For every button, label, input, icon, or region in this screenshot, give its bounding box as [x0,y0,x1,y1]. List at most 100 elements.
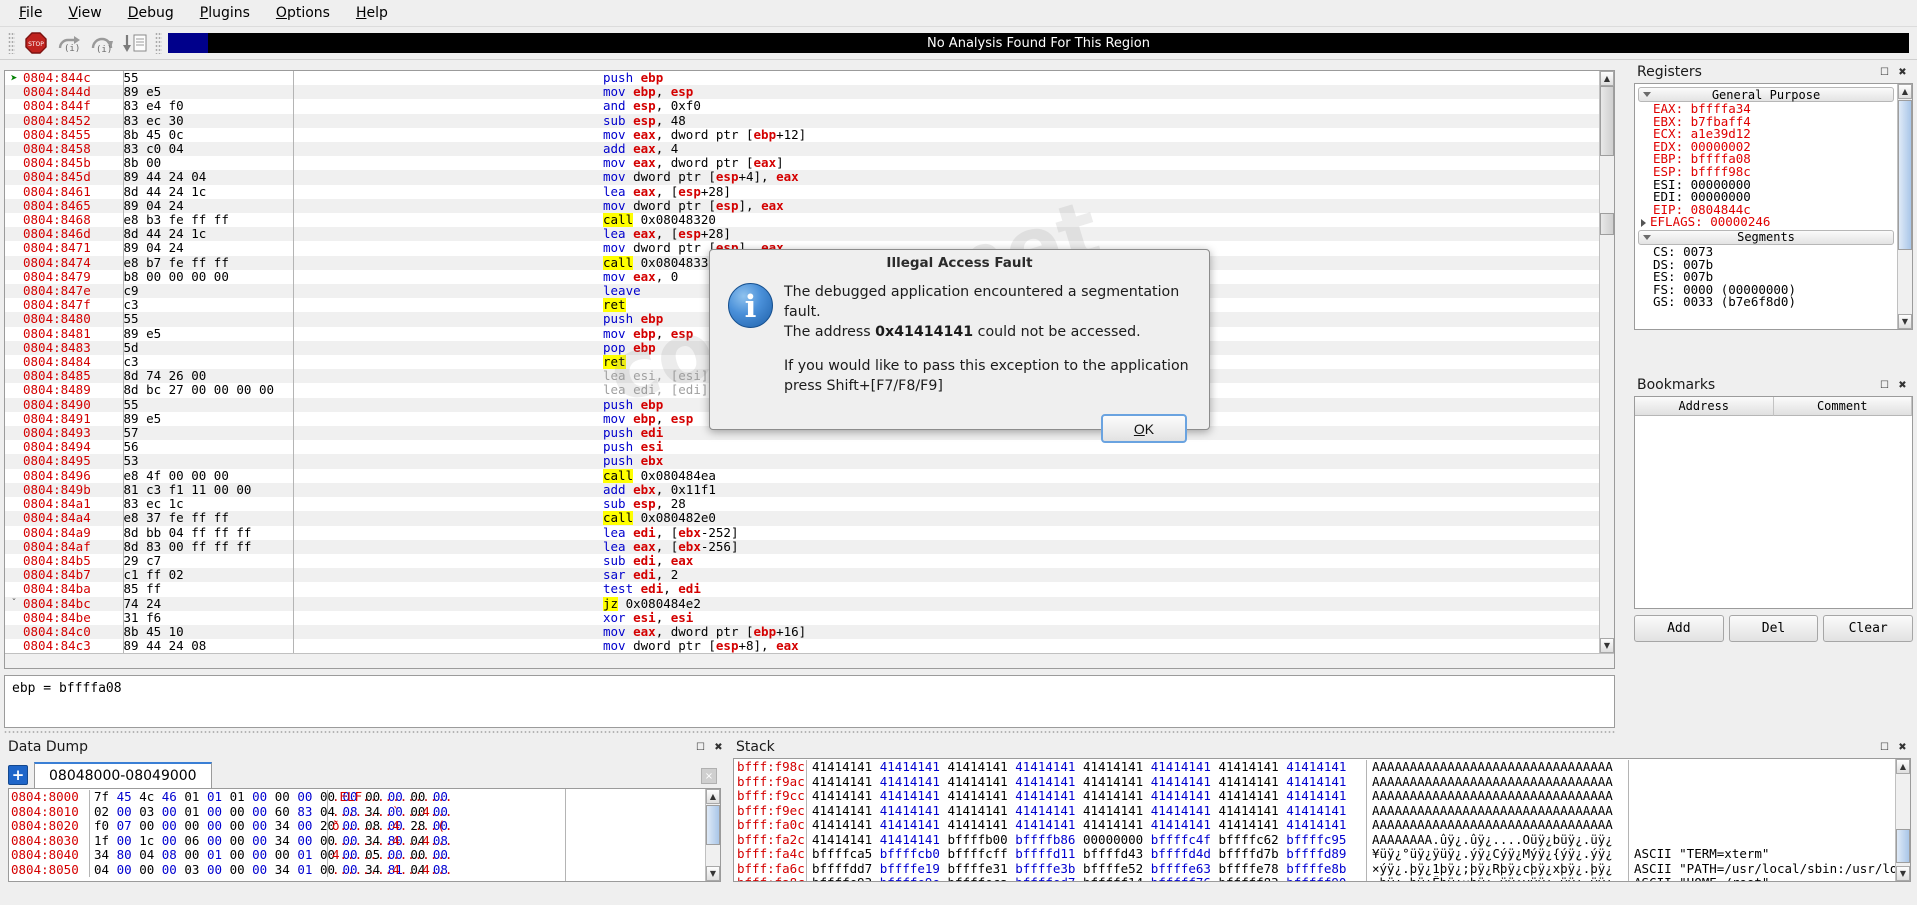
disassembly-row[interactable]: 0804:844f 83 e4 f0 and esp, 0xf0 [5,99,1599,114]
toolbar-grip[interactable] [8,32,15,54]
data-dump-scroll-down-icon[interactable]: ▼ [706,866,720,881]
stack-hex-list[interactable]: bfff:f98c 41414141 41414141 41414141 4141… [734,759,1895,881]
menu-item-file[interactable]: File [6,2,55,24]
close-dump-tab-icon[interactable]: × [701,768,717,784]
stack-row[interactable]: bfff:fa6c bffffdd7 bffffe19 bffffe31 bfff… [734,861,1895,876]
disassembly-row[interactable]: 0804:8458 83 c0 04 add eax, 4 [5,142,1599,157]
stack-scroll-down-icon[interactable]: ▼ [1896,866,1910,881]
stack-scrollbar-thumb[interactable] [1896,829,1910,863]
disassembly-row[interactable]: 0804:8461 8d 44 24 1c lea eax, [esp+28] [5,184,1599,199]
disassembly-row[interactable]: 0804:8452 83 ec 30 sub esp, 48 [5,113,1599,128]
stack-scroll-up-icon[interactable]: ▲ [1896,759,1910,774]
stack-row[interactable]: bfff:fa0c 41414141 41414141 41414141 4141… [734,817,1895,833]
stack-close-icon[interactable]: ✖ [1895,740,1910,755]
add-dump-tab-button[interactable]: + [8,765,28,785]
disassembly-row[interactable]: ➤ 0804:844c 55 push ebp [5,71,1599,86]
disassembly-row[interactable]: 0804:84a9 8d bb 04 ff ff ff lea edi, [ebx-… [5,525,1599,540]
stop-icon[interactable]: STOP [19,29,52,58]
registers-scrollbar-thumb[interactable] [1898,100,1912,250]
disassembly-row[interactable]: 0804:8468 e8 b3 fe ff ff call 0x08048320 [5,213,1599,228]
register-row[interactable]: GS: 0033 (b7e6f8d0) [1635,296,1897,309]
data-dump-row[interactable]: 0804:8050 04 00 00 00 03 00 00 00 34 01 0… [9,862,565,877]
data-dump-row[interactable]: 0804:8000 7f 45 4c 46 01 01 01 00 00 00 0… [9,789,565,805]
disassembly-row[interactable]: 0804:84b5 29 c7 sub edi, eax [5,553,1599,569]
scrollbar-thumb[interactable] [1600,86,1614,156]
data-dump-vertical-scrollbar[interactable]: ▲ ▼ [705,789,720,881]
close-icon[interactable]: ✖ [1895,65,1910,80]
stack-row[interactable]: bfff:fa8cbffffe93 bffffe9e bffffeca bfff… [734,875,1895,881]
analysis-status-bar[interactable]: No Analysis Found For This Region [168,33,1909,53]
registers-box[interactable]: General Purpose EAX: bffffa34 EBX: b7fbaff… [1634,83,1913,330]
menu-item-view[interactable]: View [55,2,114,24]
data-dump-hex-list[interactable]: 0804:8000 7f 45 4c 46 01 01 01 00 00 00 0… [9,789,565,881]
data-dump-scrollbar-thumb[interactable] [706,805,720,845]
disassembly-row[interactable]: 0804:84c0 8b 45 10 mov eax, dword ptr [ebp… [5,624,1599,640]
disassembly-row[interactable]: 0804:845b 8b 00 mov eax, dword ptr [eax] [5,156,1599,171]
data-dump-body[interactable]: 0804:8000 7f 45 4c 46 01 01 01 00 00 00 0… [8,788,721,882]
run-to-line-icon[interactable] [118,29,151,58]
stack-row[interactable]: bfff:f9ec 41414141 41414141 41414141 4141… [734,803,1895,818]
stack-row[interactable]: bfff:f9ac 41414141 41414141 41414141 4141… [734,774,1895,789]
chevron-down-icon[interactable] [1643,234,1651,240]
menu-item-plugins[interactable]: Plugins [187,2,263,24]
bookmarks-close-icon[interactable]: ✖ [1895,378,1910,393]
register-group-header[interactable]: General Purpose [1638,87,1894,102]
stack-body[interactable]: bfff:f98c 41414141 41414141 41414141 4141… [733,758,1911,882]
data-dump-row[interactable]: 0804:8020 f0 07 00 00 00 00 00 00 34 00 2… [9,818,565,834]
disassembly-row[interactable]: 0804:8455 8b 45 0c mov eax, dword ptr [ebp… [5,127,1599,143]
disassembly-row[interactable]: 0804:844d 89 e5 mov ebp, esp [5,85,1599,100]
disassembly-row[interactable]: 0804:8495 53 push ebx [5,454,1599,469]
menu-item-help[interactable]: Help [343,2,401,24]
disassembly-row[interactable]: ˇ 0804:84bc 74 24 jz 0x080484e2 [5,596,1599,611]
bookmark-add-button[interactable]: Add [1634,615,1724,642]
data-dump-scroll-up-icon[interactable]: ▲ [706,789,720,804]
data-dump-float-icon[interactable]: ☐ [693,740,708,755]
step-into-icon[interactable]: (i) [52,29,85,58]
disassembly-horizontal-scrollbar[interactable] [5,653,1614,668]
scroll-up-icon[interactable]: ▲ [1600,71,1614,86]
disassembly-row[interactable]: 0804:8496 e8 4f 00 00 00 call 0x080484ea [5,468,1599,483]
scroll-down-icon[interactable]: ▼ [1600,638,1614,653]
bookmarks-float-icon[interactable]: ☐ [1877,378,1892,393]
disassembly-row[interactable]: 0804:846d 8d 44 24 1c lea eax, [esp+28] [5,227,1599,242]
registers-scroll-down-icon[interactable]: ▼ [1898,314,1912,329]
menu-item-debug[interactable]: Debug [115,2,187,24]
disassembly-row[interactable]: 0804:84af 8d 83 00 ff ff ff lea eax, [ebx-… [5,539,1599,554]
registers-list[interactable]: General Purpose EAX: bffffa34 EBX: b7fbaff… [1635,84,1897,329]
scrollbar-position-marker[interactable] [1600,213,1614,235]
chevron-right-icon[interactable] [1641,218,1646,227]
disassembly-vertical-scrollbar[interactable]: ▲ ▼ [1599,71,1614,653]
horizontal-splitter[interactable] [4,729,1615,735]
register-row[interactable]: EFLAGS: 00000246 [1635,216,1897,229]
bookmark-clear-button[interactable]: Clear [1823,615,1914,642]
disassembly-row[interactable]: 0804:84a1 83 ec 1c sub esp, 28 [5,497,1599,512]
data-dump-row[interactable]: 0804:8040 34 80 04 08 00 01 00 00 00 01 0… [9,847,565,863]
disassembly-row[interactable]: 0804:84a4 e8 37 fe ff ff call 0x080482e0 [5,511,1599,526]
bookmarks-column-comment[interactable]: Comment [1773,397,1912,416]
registers-scroll-up-icon[interactable]: ▲ [1898,84,1912,99]
registers-vertical-scrollbar[interactable]: ▲ ▼ [1897,84,1912,329]
bookmarks-table[interactable]: Address Comment [1634,396,1913,609]
stack-row[interactable]: bfff:fa2c 41414141 41414141 bffffb00 bfff… [734,832,1895,847]
disassembly-row[interactable]: 0804:84ba 85 ff test edi, edi [5,582,1599,597]
float-icon[interactable]: ☐ [1877,65,1892,80]
dialog-ok-button[interactable]: OK [1101,414,1187,443]
toolbar-grip-2[interactable] [155,32,162,54]
disassembly-row[interactable]: 0804:8465 89 04 24 mov dword ptr [esp], ea… [5,198,1599,214]
chevron-down-icon[interactable] [1643,92,1651,97]
disassembly-row[interactable]: 0804:84c3 89 44 24 08 mov dword ptr [esp+8… [5,639,1599,653]
stack-row[interactable]: bfff:fa4c bffffca5 bffffcb0 bffffcff bfff… [734,846,1895,862]
menu-item-options[interactable]: Options [263,2,343,24]
data-dump-close-icon[interactable]: ✖ [711,740,726,755]
data-dump-row[interactable]: 0804:8030 1f 00 1c 00 06 00 00 00 34 00 0… [9,833,565,848]
disassembly-row[interactable]: 0804:849b 81 c3 f1 11 00 00 add ebx, 0x11f… [5,482,1599,498]
tab-08048000-08049000[interactable]: 08048000-08049000 [34,762,212,788]
stack-row[interactable]: bfff:f9cc 41414141 41414141 41414141 4141… [734,788,1895,804]
stack-float-icon[interactable]: ☐ [1877,740,1892,755]
bookmarks-column-address[interactable]: Address [1635,397,1774,416]
status-expression-line[interactable]: ebp = bffffa08 [4,675,1615,728]
stack-row[interactable]: bfff:f98c 41414141 41414141 41414141 4141… [734,759,1895,775]
illegal-access-fault-dialog[interactable]: Illegal Access Fault The debugged applic… [709,249,1210,443]
bookmark-del-button[interactable]: Del [1728,615,1819,642]
stack-vertical-scrollbar[interactable]: ▲ ▼ [1895,759,1910,881]
